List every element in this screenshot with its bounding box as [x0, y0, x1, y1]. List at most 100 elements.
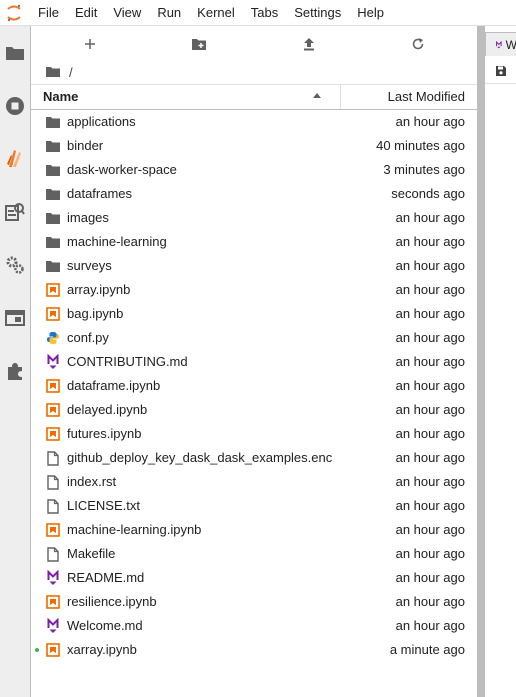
menu-bar: File Edit View Run Kernel Tabs Settings … — [0, 0, 516, 26]
file-icon — [45, 474, 61, 490]
file-name: applications — [67, 114, 136, 129]
notebook-icon — [45, 378, 61, 394]
new-launcher-icon[interactable] — [80, 34, 100, 54]
file-row[interactable]: delayed.ipynb an hour ago — [31, 398, 477, 422]
file-row[interactable]: README.md an hour ago — [31, 566, 477, 590]
file-row[interactable]: dask-worker-space 3 minutes ago — [31, 158, 477, 182]
file-modified: an hour ago — [395, 330, 465, 345]
file-row[interactable]: CONTRIBUTING.md an hour ago — [31, 350, 477, 374]
file-row[interactable]: array.ipynb an hour ago — [31, 278, 477, 302]
file-modified: an hour ago — [395, 234, 465, 249]
file-name: dataframes — [67, 186, 133, 201]
file-name: xarray.ipynb — [67, 642, 137, 657]
file-row[interactable]: machine-learning an hour ago — [31, 230, 477, 254]
breadcrumb-home-folder-icon[interactable] — [45, 66, 61, 78]
tab-welcome[interactable]: W — [485, 32, 516, 56]
file-modified: an hour ago — [395, 378, 465, 393]
notebook-icon — [45, 642, 61, 658]
menu-kernel[interactable]: Kernel — [189, 0, 243, 26]
file-icon — [45, 546, 61, 562]
file-row[interactable]: binder 40 minutes ago — [31, 134, 477, 158]
file-icon — [45, 498, 61, 514]
breadcrumb-path[interactable]: / — [69, 65, 73, 80]
document-toolbar — [485, 58, 516, 84]
column-header-name[interactable]: Name — [43, 85, 78, 109]
file-modified: an hour ago — [395, 114, 465, 129]
markdown-icon — [496, 40, 502, 48]
file-row[interactable]: conf.py an hour ago — [31, 326, 477, 350]
breadcrumb[interactable]: / — [45, 62, 73, 82]
notebook-icon — [45, 426, 61, 442]
menu-settings[interactable]: Settings — [286, 0, 349, 26]
property-inspector-icon[interactable] — [4, 201, 26, 223]
file-row[interactable]: Welcome.md an hour ago — [31, 614, 477, 638]
menu-tabs[interactable]: Tabs — [243, 0, 286, 26]
file-row[interactable]: index.rst an hour ago — [31, 470, 477, 494]
panel-splitter[interactable] — [477, 26, 484, 697]
file-row[interactable]: xarray.ipynb a minute ago — [31, 638, 477, 662]
file-name: machine-learning — [67, 234, 167, 249]
file-row[interactable]: dataframes seconds ago — [31, 182, 477, 206]
main-area: W — [484, 26, 516, 697]
file-row[interactable]: images an hour ago — [31, 206, 477, 230]
file-browser-toolbar — [31, 30, 477, 58]
file-name: resilience.ipynb — [67, 594, 157, 609]
file-row[interactable]: applications an hour ago — [31, 110, 477, 134]
file-icon — [45, 450, 61, 466]
refresh-icon[interactable] — [408, 34, 428, 54]
file-name: bag.ipynb — [67, 306, 124, 321]
new-folder-icon[interactable] — [189, 34, 209, 54]
extension-icon[interactable] — [4, 360, 26, 382]
file-row[interactable]: machine-learning.ipynb an hour ago — [31, 518, 477, 542]
file-row[interactable]: LICENSE.txt an hour ago — [31, 494, 477, 518]
file-row[interactable]: futures.ipynb an hour ago — [31, 422, 477, 446]
file-row[interactable]: dataframe.ipynb an hour ago — [31, 374, 477, 398]
file-name: surveys — [67, 258, 112, 273]
menu-file[interactable]: File — [28, 0, 67, 26]
file-modified: 40 minutes ago — [376, 138, 465, 153]
jupyter-logo-icon — [0, 0, 28, 26]
file-name: CONTRIBUTING.md — [67, 354, 188, 369]
file-modified: an hour ago — [395, 258, 465, 273]
tabs-icon[interactable] — [4, 307, 26, 329]
markdown-icon — [45, 570, 61, 586]
folder-icon — [45, 186, 61, 202]
tab-label: W — [505, 37, 516, 52]
notebook-icon — [45, 594, 61, 610]
dask-icon[interactable] — [4, 147, 26, 169]
file-name: dataframe.ipynb — [67, 378, 161, 393]
sort-ascending-icon — [313, 93, 321, 98]
menu-run[interactable]: Run — [149, 0, 189, 26]
running-indicator-icon — [35, 648, 39, 652]
menu-view[interactable]: View — [105, 0, 149, 26]
listing-header: Name Last Modified — [31, 84, 477, 110]
notebook-icon — [45, 282, 61, 298]
file-row[interactable]: Makefile an hour ago — [31, 542, 477, 566]
settings-icon[interactable] — [4, 254, 26, 276]
file-name: machine-learning.ipynb — [67, 522, 202, 537]
file-modified: an hour ago — [395, 354, 465, 369]
file-name: binder — [67, 138, 104, 153]
markdown-icon — [45, 618, 61, 634]
file-modified: 3 minutes ago — [383, 162, 465, 177]
folder-icon[interactable] — [4, 42, 26, 64]
file-modified: a minute ago — [389, 642, 465, 657]
file-row[interactable]: bag.ipynb an hour ago — [31, 302, 477, 326]
file-modified: an hour ago — [395, 306, 465, 321]
file-name: index.rst — [67, 474, 117, 489]
column-divider[interactable] — [340, 85, 341, 109]
file-modified: an hour ago — [395, 618, 465, 633]
file-name: images — [67, 210, 109, 225]
menu-help[interactable]: Help — [349, 0, 392, 26]
save-icon[interactable] — [495, 65, 507, 77]
file-browser: / Name Last Modified applications an hour… — [31, 26, 477, 697]
menu-edit[interactable]: Edit — [67, 0, 105, 26]
running-icon[interactable] — [4, 95, 26, 117]
file-row[interactable]: surveys an hour ago — [31, 254, 477, 278]
notebook-icon — [45, 522, 61, 538]
file-modified: an hour ago — [395, 474, 465, 489]
file-row[interactable]: github_deploy_key_dask_dask_examples.enc… — [31, 446, 477, 470]
upload-icon[interactable] — [299, 34, 319, 54]
column-header-modified[interactable]: Last Modified — [388, 85, 465, 109]
file-row[interactable]: resilience.ipynb an hour ago — [31, 590, 477, 614]
